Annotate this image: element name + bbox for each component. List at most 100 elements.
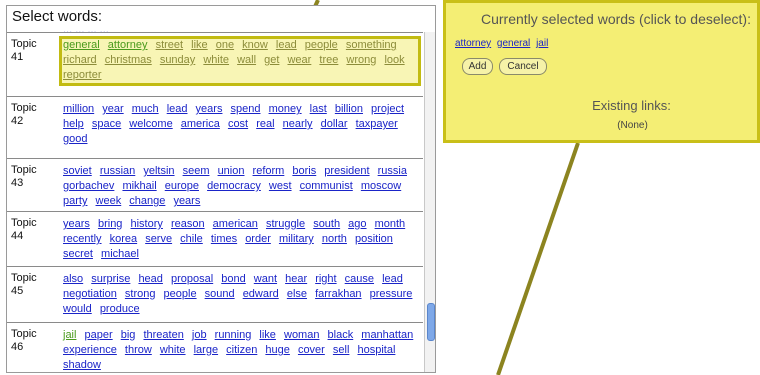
word-link[interactable]: know [242, 39, 268, 51]
word-link[interactable]: right [315, 273, 336, 285]
word-link[interactable]: spend [231, 103, 261, 115]
word-link[interactable]: recently [63, 233, 102, 245]
word-link[interactable]: million [63, 103, 94, 115]
word-link[interactable]: taxpayer [356, 118, 398, 130]
word-link[interactable]: change [129, 195, 165, 207]
word-link[interactable]: secret [63, 248, 93, 260]
word-link[interactable]: russian [100, 165, 135, 177]
word-link[interactable]: want [254, 273, 277, 285]
word-link[interactable]: bring [98, 218, 122, 230]
word-link[interactable]: large [194, 344, 218, 356]
word-link[interactable]: welcome [129, 118, 172, 130]
word-link[interactable]: something [346, 39, 397, 51]
word-link[interactable]: sound [205, 288, 235, 300]
word-link[interactable]: bond [221, 273, 245, 285]
word-link[interactable]: jail [63, 329, 76, 341]
word-link[interactable]: serve [145, 233, 172, 245]
word-link[interactable]: years [173, 195, 200, 207]
word-link[interactable]: order [245, 233, 271, 245]
word-link[interactable]: korea [110, 233, 138, 245]
word-link[interactable]: soviet [63, 165, 92, 177]
word-link[interactable]: yeltsin [143, 165, 174, 177]
word-link[interactable]: like [259, 329, 276, 341]
word-link[interactable]: south [313, 218, 340, 230]
word-link[interactable]: sunday [160, 54, 195, 66]
word-link[interactable]: throw [125, 344, 152, 356]
word-link[interactable]: struggle [266, 218, 305, 230]
word-link[interactable]: moscow [361, 180, 401, 192]
word-link[interactable]: surprise [91, 273, 130, 285]
word-link[interactable]: west [269, 180, 292, 192]
word-link[interactable]: white [160, 344, 186, 356]
word-link[interactable]: manhattan [361, 329, 413, 341]
word-link[interactable]: christmas [105, 54, 152, 66]
word-link[interactable]: lead [276, 39, 297, 51]
word-link[interactable]: week [96, 195, 122, 207]
word-link[interactable]: reporter [63, 69, 102, 81]
word-link[interactable]: wear [287, 54, 311, 66]
word-link[interactable]: billion [335, 103, 363, 115]
word-link[interactable]: citizen [226, 344, 257, 356]
word-link[interactable]: dollar [321, 118, 348, 130]
word-link[interactable]: help [63, 118, 84, 130]
word-link[interactable]: sell [333, 344, 350, 356]
word-link[interactable]: head [138, 273, 162, 285]
word-link[interactable]: seem [183, 165, 210, 177]
word-link[interactable]: nearly [283, 118, 313, 130]
word-link[interactable]: lead [167, 103, 188, 115]
word-link[interactable]: job [192, 329, 207, 341]
word-link[interactable]: years [63, 218, 90, 230]
word-link[interactable]: position [355, 233, 393, 245]
word-link[interactable]: president [324, 165, 369, 177]
word-link[interactable]: money [269, 103, 302, 115]
word-link[interactable]: year [102, 103, 123, 115]
word-link[interactable]: hear [285, 273, 307, 285]
word-link[interactable]: union [218, 165, 245, 177]
scrollbar-thumb[interactable] [427, 303, 435, 341]
selected-word-link[interactable]: jail [536, 38, 548, 49]
word-link[interactable]: big [121, 329, 136, 341]
word-link[interactable]: running [215, 329, 252, 341]
word-link[interactable]: one [216, 39, 234, 51]
word-link[interactable]: would [63, 303, 92, 315]
word-link[interactable]: lead [382, 273, 403, 285]
word-link[interactable]: hospital [357, 344, 395, 356]
word-link[interactable]: pressure [370, 288, 413, 300]
word-link[interactable]: look [384, 54, 404, 66]
word-link[interactable]: farrakhan [315, 288, 361, 300]
word-link[interactable]: month [375, 218, 406, 230]
word-link[interactable]: cost [228, 118, 248, 130]
word-link[interactable]: negotiation [63, 288, 117, 300]
word-link[interactable]: wrong [346, 54, 376, 66]
word-link[interactable]: produce [100, 303, 140, 315]
word-link[interactable]: woman [284, 329, 319, 341]
word-link[interactable]: people [164, 288, 197, 300]
word-link[interactable]: reason [171, 218, 205, 230]
word-link[interactable]: threaten [143, 329, 183, 341]
word-link[interactable]: times [211, 233, 237, 245]
word-link[interactable]: experience [63, 344, 117, 356]
word-link[interactable]: get [264, 54, 279, 66]
word-link[interactable]: richard [63, 54, 97, 66]
word-link[interactable]: gorbachev [63, 180, 114, 192]
word-link[interactable]: boris [292, 165, 316, 177]
word-link[interactable]: much [132, 103, 159, 115]
word-link[interactable]: proposal [171, 273, 213, 285]
word-link[interactable]: like [191, 39, 208, 51]
word-link[interactable]: shadow [63, 359, 101, 371]
word-link[interactable]: edward [243, 288, 279, 300]
word-link[interactable]: else [287, 288, 307, 300]
word-link[interactable]: project [371, 103, 404, 115]
vertical-scrollbar[interactable] [424, 32, 435, 372]
word-link[interactable]: party [63, 195, 87, 207]
word-link[interactable]: ago [348, 218, 366, 230]
word-link[interactable]: strong [125, 288, 156, 300]
word-link[interactable]: wall [237, 54, 256, 66]
word-link[interactable]: tree [319, 54, 338, 66]
cancel-button[interactable]: Cancel [499, 58, 547, 75]
word-link[interactable]: cover [298, 344, 325, 356]
word-link[interactable]: last [310, 103, 327, 115]
word-link[interactable]: europe [165, 180, 199, 192]
word-link[interactable]: military [279, 233, 314, 245]
word-link[interactable]: general [63, 39, 100, 51]
